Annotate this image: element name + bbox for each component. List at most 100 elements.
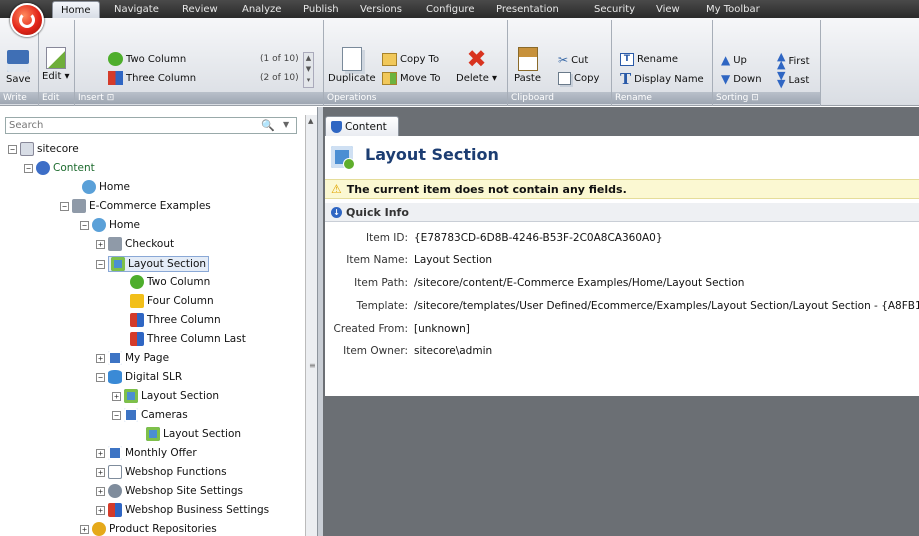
item-pane: Layout Section ⚠ The current item does n… [325, 136, 919, 396]
scroll-up-icon[interactable]: ▲ [308, 117, 313, 125]
tab-review[interactable]: Review [182, 4, 218, 15]
copy-button[interactable]: Copy [558, 72, 599, 85]
field-value: [unknown] [414, 323, 470, 335]
home-icon [92, 218, 106, 232]
insert-three-column-button[interactable]: Three Column [108, 71, 196, 85]
folder-icon [72, 199, 86, 213]
tab-home[interactable]: Home [52, 1, 100, 18]
duplicate-button[interactable]: Duplicate [328, 47, 376, 84]
collapse-toggle[interactable]: − [80, 220, 89, 230]
cut-button[interactable]: ✂ Cut [558, 53, 588, 67]
scroll-grip-icon[interactable]: ≡ [309, 361, 316, 370]
expand-toggle[interactable]: + [96, 486, 105, 496]
display-name-button[interactable]: T Display Name [620, 70, 704, 88]
expand-toggle[interactable]: + [80, 524, 89, 534]
tree-node-layout-section-selected[interactable]: − Layout Section [96, 256, 210, 272]
expand-toggle[interactable]: + [96, 353, 105, 363]
move-to-button[interactable]: Move To [382, 72, 441, 85]
tab-publish[interactable]: Publish [303, 4, 339, 15]
tree-node-home[interactable]: Home [82, 180, 130, 194]
search-icon[interactable]: 🔍 [261, 119, 275, 132]
tree-node-monthly-offer[interactable]: + Monthly Offer [96, 446, 197, 460]
sort-up-button[interactable]: ▲ Up [721, 53, 747, 67]
tree-node-webshop-business-settings[interactable]: + Webshop Business Settings [96, 503, 269, 517]
tree-label: Product Repositories [109, 523, 217, 535]
tree-node-cameras-layout-section[interactable]: Layout Section [146, 427, 241, 441]
copy-to-button[interactable]: Copy To [382, 53, 439, 66]
expand-toggle[interactable]: + [96, 467, 105, 477]
tab-content[interactable]: Content [325, 116, 399, 136]
tree-node-sitecore[interactable]: − sitecore [8, 142, 79, 156]
sort-last-button[interactable]: ▼ ▼ Last [777, 70, 809, 89]
delete-label: Delete ▾ [456, 73, 498, 84]
collapse-toggle[interactable]: − [8, 144, 17, 154]
tree-node-digital-slr[interactable]: − Digital SLR [96, 370, 182, 384]
collapse-toggle[interactable]: − [96, 259, 105, 269]
edit-button[interactable]: Edit ▾ [42, 47, 70, 82]
tree-node-webshop-site-settings[interactable]: + Webshop Site Settings [96, 484, 243, 498]
tab-navigate[interactable]: Navigate [114, 4, 159, 15]
tree-node-cameras[interactable]: − Cameras [112, 408, 188, 422]
folder-icon [108, 237, 122, 251]
paste-button[interactable]: Paste [514, 47, 541, 84]
tree-node-four-column[interactable]: Four Column [130, 294, 214, 308]
collapse-toggle[interactable]: − [96, 372, 105, 382]
tab-configure[interactable]: Configure [426, 4, 474, 15]
tab-security[interactable]: Security [594, 4, 635, 15]
tree-label: Layout Section [141, 390, 220, 402]
tree-scrollbar[interactable]: ▲ ≡ [305, 115, 317, 536]
collapse-toggle[interactable]: − [24, 163, 33, 173]
group-sorting: ▲ Up ▼ Down ▲ ▲ First ▼ ▼ Last Sorting ⊡ [713, 20, 821, 106]
tree-node-ecommerce-examples[interactable]: − E-Commerce Examples [60, 199, 211, 213]
save-button[interactable]: Save [6, 50, 31, 85]
quick-info-header[interactable]: ↓ Quick Info [325, 203, 919, 222]
collapse-toggle[interactable]: − [112, 410, 121, 420]
tree-node-three-column[interactable]: Three Column [130, 313, 221, 327]
field-label: Item Owner: [343, 345, 408, 357]
tab-versions[interactable]: Versions [360, 4, 402, 15]
tree-node-my-page[interactable]: + My Page [96, 351, 169, 365]
insert-three-column-label: Three Column [126, 72, 197, 84]
grid-icon [108, 446, 122, 460]
group-label-sorting: Sorting ⊡ [713, 92, 820, 104]
copy-to-label: Copy To [400, 54, 440, 65]
tree-node-slr-layout-section[interactable]: + Layout Section [112, 389, 219, 403]
two-column-icon [108, 52, 123, 66]
collapse-toggle[interactable]: − [60, 201, 69, 211]
tree-label: Webshop Site Settings [125, 485, 244, 497]
rename-button[interactable]: T Rename [620, 53, 678, 66]
tree-node-content[interactable]: − Content [24, 161, 95, 175]
tree-label: Layout Section [163, 428, 242, 440]
expand-toggle[interactable]: + [96, 239, 105, 249]
content-icon [36, 161, 50, 175]
tree-node-two-column[interactable]: Two Column [130, 275, 210, 289]
sort-first-button[interactable]: ▲ ▲ First [777, 50, 810, 71]
tree-node-checkout[interactable]: + Checkout [96, 237, 174, 251]
tree-node-product-repositories[interactable]: + Product Repositories [80, 522, 217, 536]
delete-button[interactable]: ✖ Delete ▾ [456, 47, 497, 84]
tree-label: Cameras [141, 409, 188, 421]
display-name-icon: T [620, 70, 632, 88]
home-icon [82, 180, 96, 194]
tab-view[interactable]: View [656, 4, 680, 15]
tab-my-toolbar[interactable]: My Toolbar [706, 4, 760, 15]
first-double-up-icon: ▲ ▲ [777, 50, 786, 71]
tree-node-webshop-functions[interactable]: + Webshop Functions [96, 465, 227, 479]
business-icon [108, 503, 122, 517]
search-dropdown-icon[interactable]: ▼ [283, 120, 289, 129]
tab-analyze[interactable]: Analyze [242, 4, 281, 15]
expand-toggle[interactable]: + [96, 448, 105, 458]
tab-presentation[interactable]: Presentation [496, 4, 559, 15]
tree-node-ecommerce-home[interactable]: − Home [80, 218, 140, 232]
sitecore-logo-button[interactable] [10, 3, 44, 37]
insert-scroll[interactable]: ▲ ▼ ▾ [303, 52, 314, 88]
page-icon [20, 142, 34, 156]
expand-toggle[interactable]: + [112, 391, 121, 401]
search-input[interactable] [5, 117, 297, 134]
sort-down-button[interactable]: ▼ Down [721, 72, 762, 86]
expand-toggle[interactable]: + [96, 505, 105, 515]
move-to-icon [382, 72, 397, 85]
insert-two-column-button[interactable]: Two Column [108, 52, 186, 66]
cylinder-icon [108, 370, 122, 384]
tree-node-three-column-last[interactable]: Three Column Last [130, 332, 246, 346]
